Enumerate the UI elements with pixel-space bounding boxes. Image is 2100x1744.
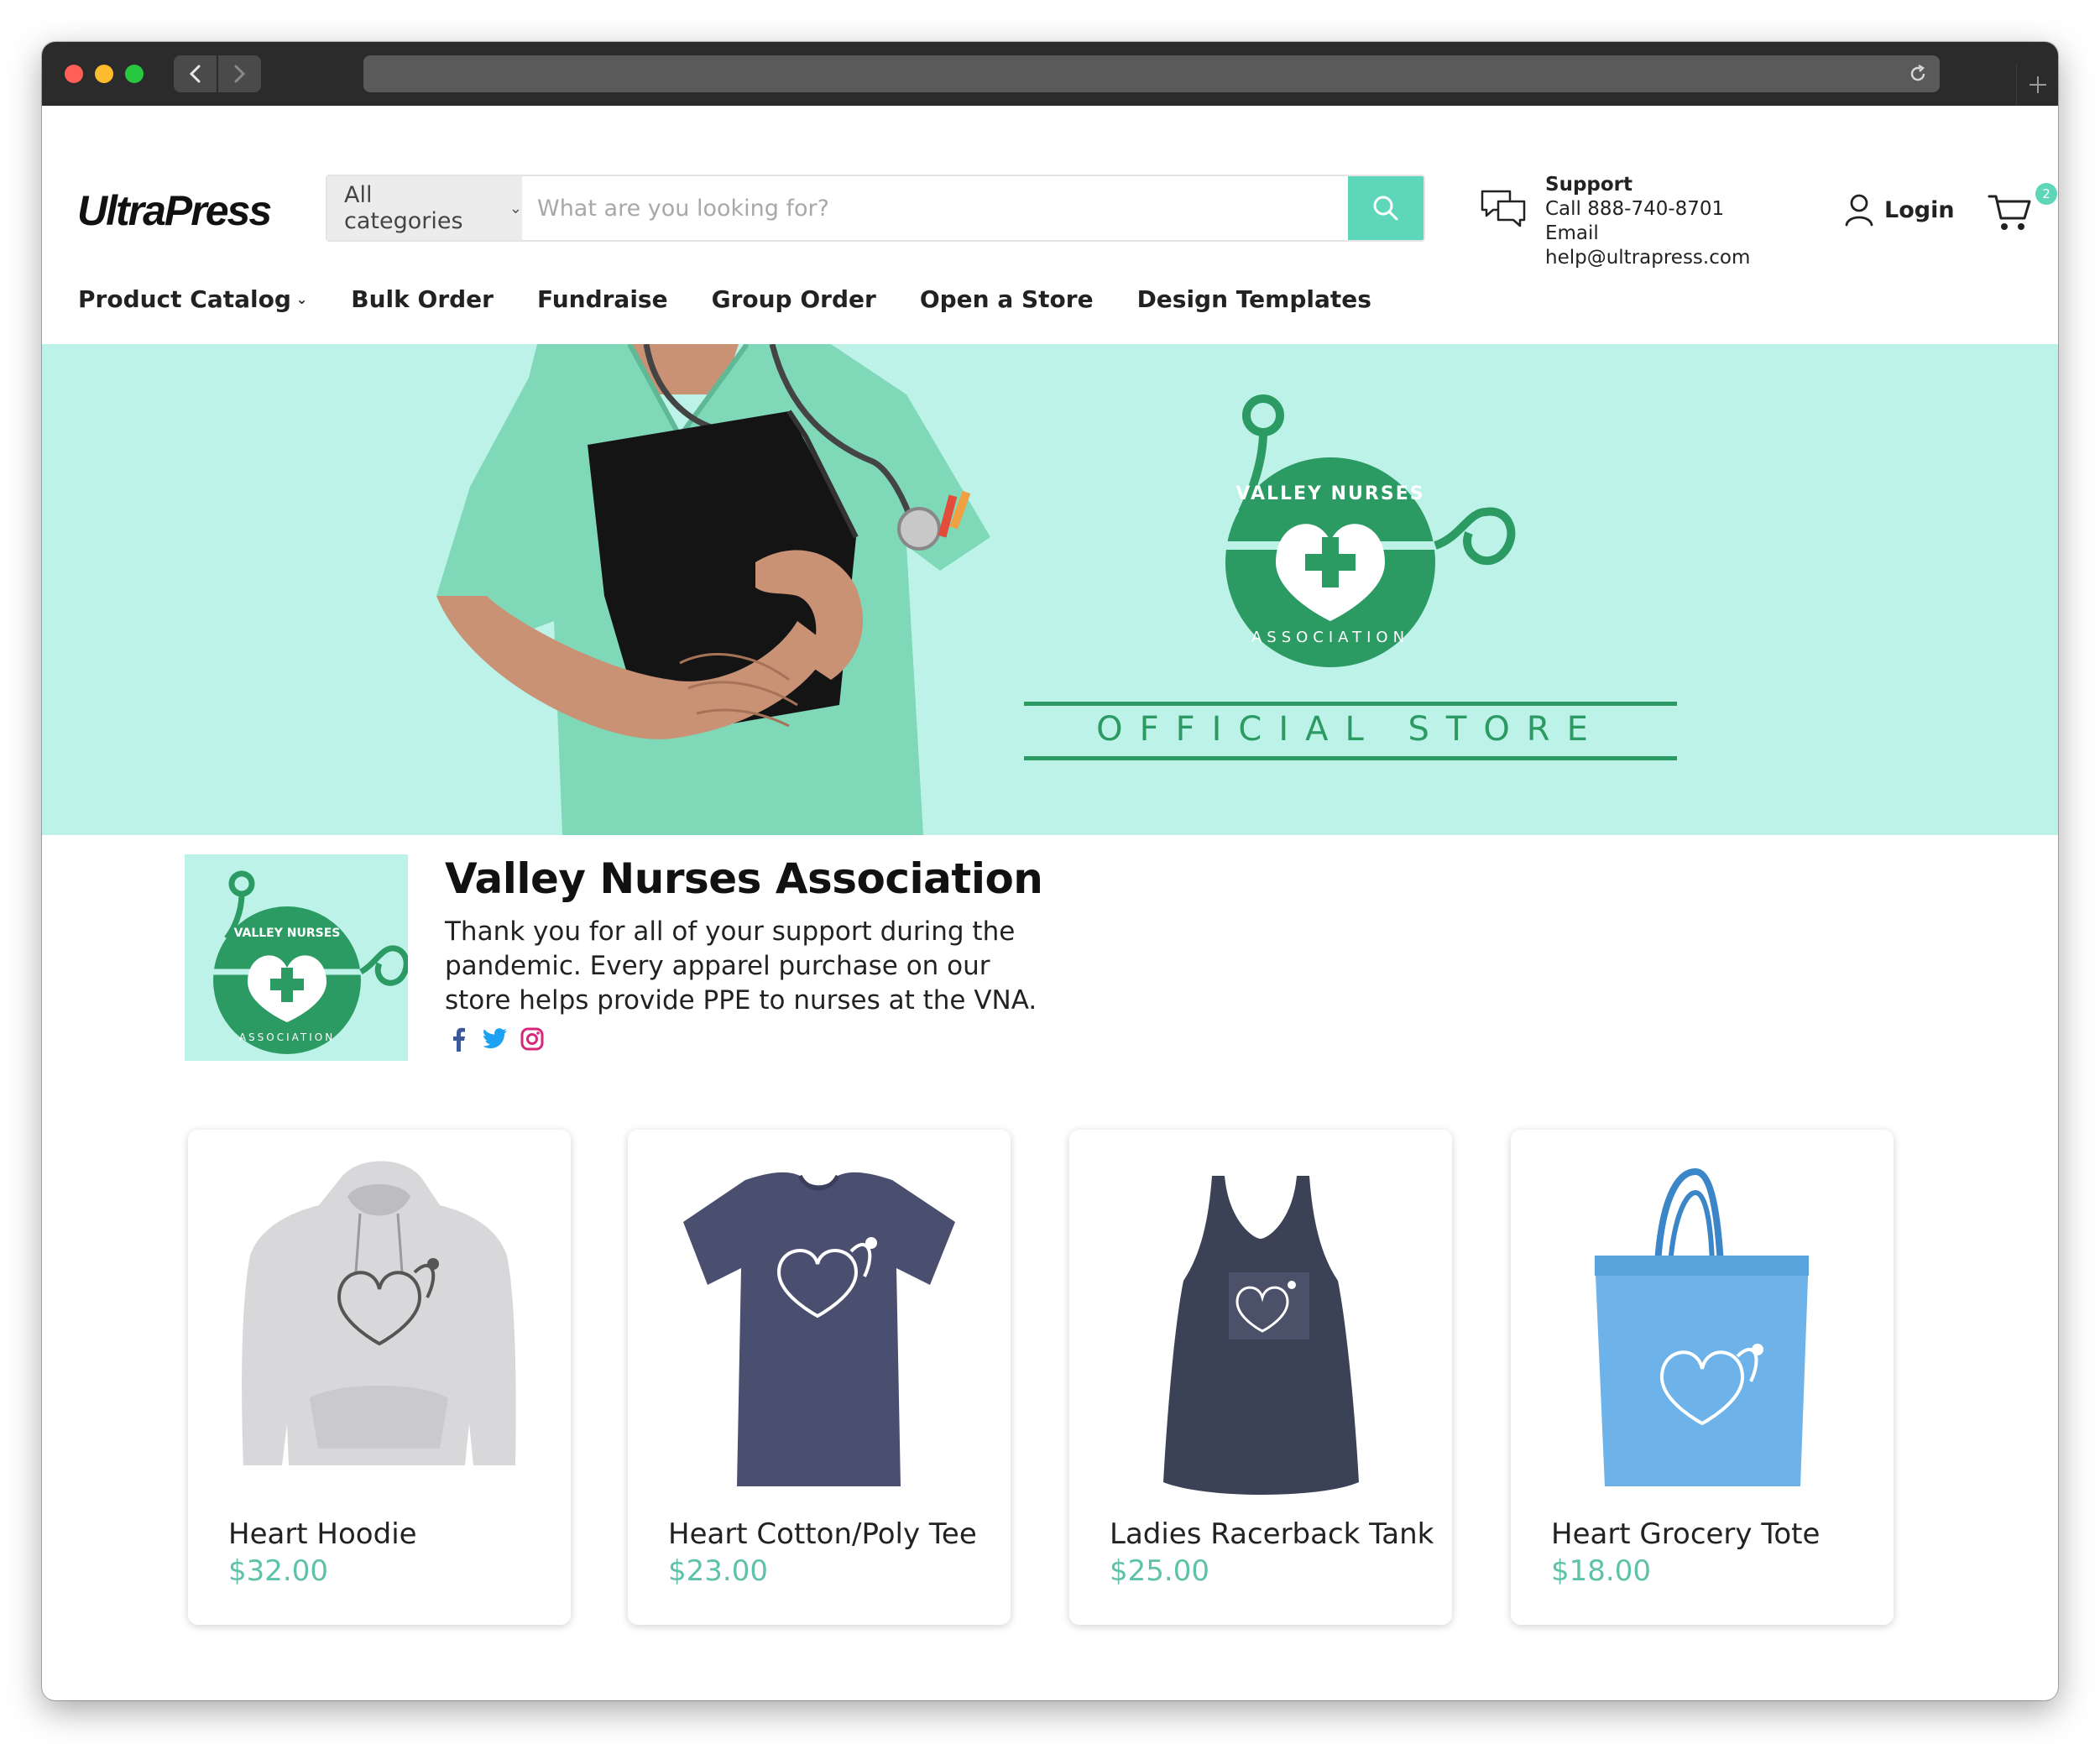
product-price: $23.00 [668,1554,768,1588]
chevron-left-icon [189,65,201,83]
org-logo: VALLEY NURSES ASSOCIATION [185,854,408,1061]
chevron-down-icon: ⌄ [295,291,308,307]
support-phone[interactable]: Call 888-740-8701 [1545,197,1782,222]
product-name: Heart Cotton/Poly Tee [668,1517,977,1551]
chat-bubbles-icon [1481,190,1526,227]
close-window-button[interactable] [65,65,83,83]
social-links [445,1026,546,1052]
search-icon [1373,196,1398,221]
store-divider-bottom [1024,756,1677,760]
product-card[interactable]: Ladies Racerback Tank $25.00 [1069,1130,1452,1625]
support-title: Support [1545,174,1633,196]
category-select[interactable]: All categories ⌄ [327,176,522,240]
product-card[interactable]: Heart Hoodie $32.00 [188,1130,571,1625]
search-bar: All categories ⌄ [326,175,1425,242]
org-name: Valley Nurses Association [445,854,1043,903]
main-nav: Product Catalog ⌄ Bulk Order Fundraise G… [78,285,1415,313]
plus-icon [2029,76,2046,93]
product-name: Ladies Racerback Tank [1110,1517,1434,1551]
nurse-photo [436,344,990,835]
new-tab-button[interactable] [2016,64,2058,106]
product-image-tank [1163,1176,1359,1495]
product-card[interactable]: Heart Grocery Tote $18.00 [1511,1130,1894,1625]
org-description: Thank you for all of your support during… [445,916,1037,1016]
search-input[interactable] [522,176,1351,240]
browser-chrome [42,42,2058,106]
login-label: Login [1884,196,1955,223]
product-name: Heart Hoodie [228,1517,417,1551]
org-logo-top-text: VALLEY NURSES [234,927,341,940]
nav-open-a-store[interactable]: Open a Store [920,285,1094,313]
product-name: Heart Grocery Tote [1551,1517,1821,1551]
product-price: $18.00 [1551,1554,1651,1588]
facebook-icon[interactable] [445,1026,472,1052]
hero-banner: VALLEY NURSES ASSOCIATION OFFICIAL STORE [42,344,2058,835]
nav-product-catalog-label: Product Catalog [78,285,291,313]
product-image-tote [1595,1167,1809,1486]
back-button[interactable] [174,55,217,92]
chevron-down-icon: ⌄ [509,199,522,217]
nav-design-templates[interactable]: Design Templates [1137,285,1371,313]
official-store-text: OFFICIAL STORE [1096,710,1605,749]
site-logo[interactable]: UltraPress [77,186,272,235]
maximize-window-button[interactable] [125,65,144,83]
user-icon [1845,194,1873,227]
address-bar[interactable] [363,55,1940,92]
cart-icon[interactable] [1986,190,2036,235]
browser-window: UltraPress All categories ⌄ Support Call… [42,42,2058,1700]
category-select-label: All categories [344,182,463,234]
twitter-icon[interactable] [482,1026,509,1052]
support-info: Support Call 888-740-8701 Email help@ult… [1480,173,1782,269]
nav-product-catalog[interactable]: Product Catalog ⌄ [78,285,307,313]
reload-icon[interactable] [1908,64,1928,84]
nav-fundraise[interactable]: Fundraise [537,285,668,313]
org-logo-bottom-text: ASSOCIATION [239,1031,335,1043]
minimize-window-button[interactable] [95,65,113,83]
store-divider-top [1024,702,1677,706]
valley-nurses-logo: VALLEY NURSES ASSOCIATION [1217,394,1516,667]
chevron-right-icon [234,65,246,83]
product-card[interactable]: Heart Cotton/Poly Tee $23.00 [628,1130,1011,1625]
product-image-hoodie [242,1161,516,1465]
history-buttons [174,55,261,92]
cart-count-badge: 2 [2035,183,2057,205]
support-email[interactable]: Email help@ultrapress.com [1545,222,1782,270]
hero-logo-top-text: VALLEY NURSES [1235,483,1424,504]
product-price: $32.00 [228,1554,328,1588]
nav-bulk-order[interactable]: Bulk Order [351,285,494,313]
hero-logo-bottom-text: ASSOCIATION [1251,629,1409,646]
instagram-icon[interactable] [519,1026,546,1052]
login-link[interactable]: Login [1844,193,1955,227]
product-image-tee [683,1172,955,1486]
search-button[interactable] [1348,176,1424,240]
forward-button[interactable] [217,55,261,92]
product-price: $25.00 [1110,1554,1209,1588]
site-header: UltraPress All categories ⌄ Support Call… [42,106,2058,344]
nav-group-order[interactable]: Group Order [712,285,876,313]
